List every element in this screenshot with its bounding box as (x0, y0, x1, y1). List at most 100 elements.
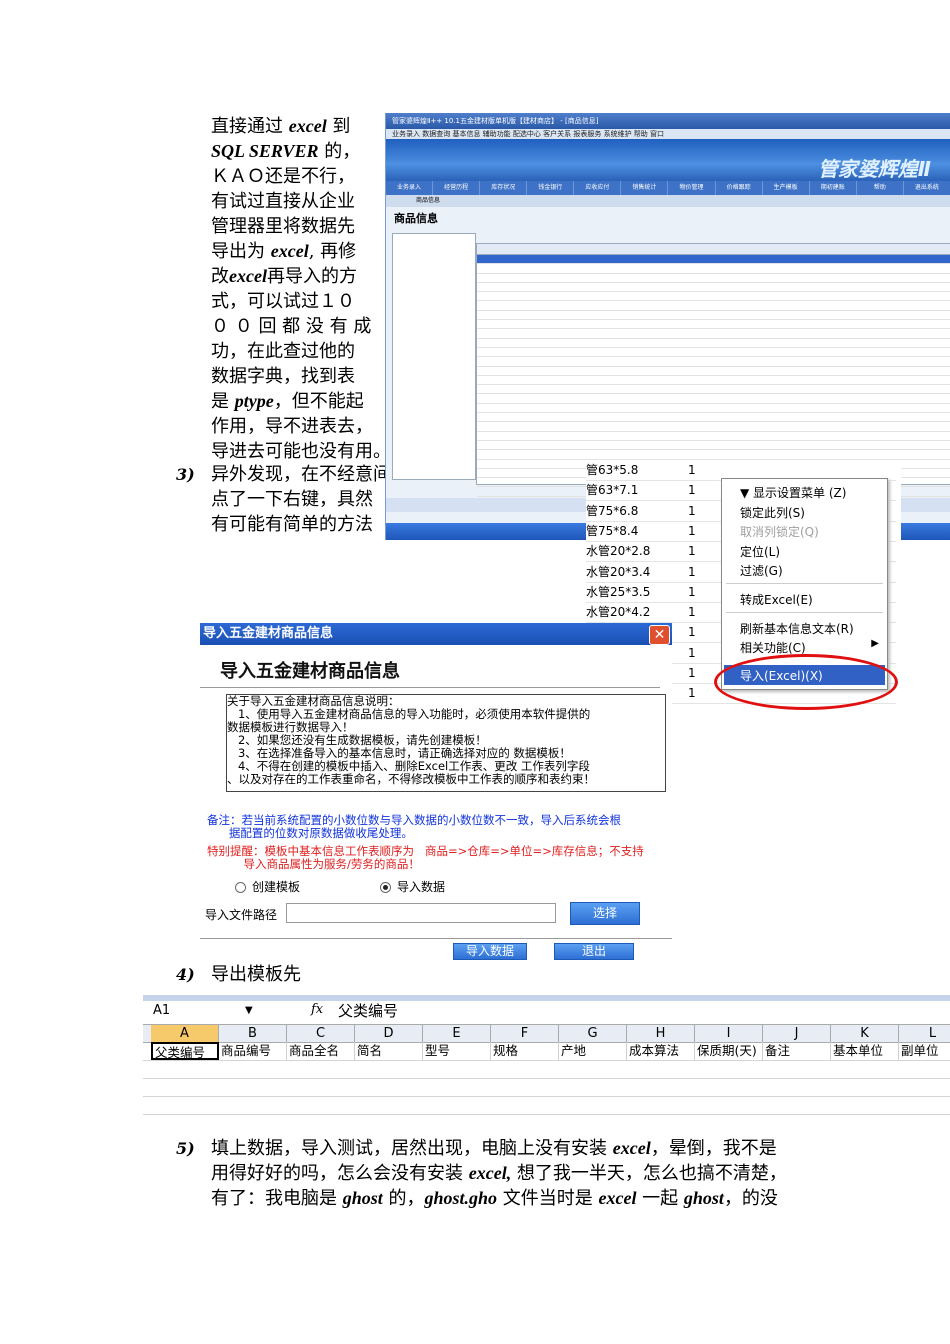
grid-row[interactable] (477, 348, 950, 358)
file-path-input[interactable] (286, 903, 556, 923)
remark-note: 备注：若当前系统配置的小数位数与导入数据的小数位数不一致，导入后系统会根 据配置… (207, 814, 621, 840)
column-header[interactable]: H (627, 1025, 695, 1042)
column-header[interactable]: C (287, 1025, 355, 1042)
grid-row[interactable] (477, 394, 950, 404)
name-box[interactable]: A1 (153, 1003, 253, 1018)
header-cell[interactable]: 备注 (763, 1042, 831, 1060)
nav-item[interactable]: 经营历程 (433, 181, 481, 195)
dropdown-arrow-icon[interactable]: ▼ (245, 1005, 253, 1016)
intro-line: ０ ０ 回 都 没 有 成 (211, 314, 386, 339)
import-data-button[interactable]: 导入数据 (453, 943, 527, 960)
grid-row[interactable] (477, 274, 950, 283)
tab-strip[interactable]: 商品信息 (386, 195, 950, 207)
radio-import-data[interactable]: 导入数据 (380, 878, 445, 895)
radio-create-template[interactable]: 创建模板 (235, 878, 300, 895)
column-header[interactable]: L (899, 1025, 950, 1042)
grid-row[interactable] (477, 283, 950, 293)
menu-show-settings[interactable]: ▼ 显示设置菜单 (Z) (740, 484, 846, 501)
column-header[interactable]: G (559, 1025, 627, 1042)
column-header[interactable]: A (151, 1025, 219, 1042)
menu-refresh-text[interactable]: 刷新基本信息文本(R) (740, 620, 854, 637)
grid-row[interactable] (477, 422, 950, 432)
grid-row[interactable] (477, 264, 950, 274)
nav-item[interactable]: 库存状况 (480, 181, 528, 195)
grid-row[interactable] (477, 255, 950, 265)
header-cell[interactable]: 父类编号 (151, 1042, 219, 1060)
step-3-text: 异外发现，在不经意间 点了一下右键，具然 有可能有简单的方法 (211, 462, 391, 537)
grid-header (477, 244, 950, 255)
nav-item[interactable]: 物价管理 (668, 181, 716, 195)
exit-button[interactable]: 退出 (554, 943, 634, 960)
nav-item[interactable]: 钱金银行 (527, 181, 575, 195)
category-tree[interactable] (392, 233, 476, 480)
column-header[interactable]: E (423, 1025, 491, 1042)
grid-row[interactable] (477, 320, 950, 330)
column-header[interactable]: D (355, 1025, 423, 1042)
grid-row[interactable] (477, 376, 950, 386)
nav-bar: 业务录入 经营历程 库存状况 钱金银行 应收应付 销售统计 物价管理 价格跟踪 生产模板 期初建账… (386, 181, 950, 195)
tab-goods-info[interactable]: 商品信息 (386, 197, 440, 204)
column-header[interactable]: I (695, 1025, 763, 1042)
grid-row[interactable] (477, 450, 950, 460)
nav-item[interactable]: 退出系统 (904, 181, 950, 195)
menu-separator (726, 583, 883, 584)
grid-row[interactable] (477, 432, 950, 441)
grid-row[interactable] (477, 311, 950, 321)
select-button[interactable]: 选择 (570, 902, 640, 925)
menu-unlock-column[interactable]: 取消列锁定(Q) (740, 523, 819, 540)
grid-row[interactable] (477, 367, 950, 376)
menu-bar[interactable]: 业务录入 数据查询 基本信息 辅助功能 配选中心 客户关系 报表服务 系统维护 … (386, 129, 950, 139)
header-cell[interactable]: 产地 (559, 1042, 627, 1060)
step-3-line: 异外发现，在不经意间 (211, 462, 391, 487)
menu-locate[interactable]: 定位(L) (740, 543, 780, 560)
header-cell[interactable]: 商品全名 (287, 1042, 355, 1060)
menu-to-excel[interactable]: 转成Excel(E) (740, 591, 813, 608)
step-4-text: 导出模板先 (211, 964, 301, 985)
item-name: 管75*8.4 (586, 523, 639, 538)
close-icon[interactable]: ✕ (649, 625, 670, 645)
nav-item[interactable]: 期初建账 (810, 181, 857, 195)
menu-lock-column[interactable]: 锁定此列(S) (740, 504, 805, 521)
text-span: 用得好好的吗，怎么会没有安装 (211, 1163, 469, 1184)
nav-item[interactable]: 业务录入 (386, 181, 434, 195)
nav-item[interactable]: 应收应付 (574, 181, 622, 195)
column-header[interactable]: K (831, 1025, 899, 1042)
divider (200, 938, 672, 939)
header-cell[interactable]: 成本算法 (627, 1042, 695, 1060)
grid-row[interactable] (477, 413, 950, 423)
header-cell[interactable]: 简名 (355, 1042, 423, 1060)
column-header[interactable]: B (219, 1025, 287, 1042)
grid-row[interactable] (477, 329, 950, 339)
grid-row[interactable] (477, 404, 950, 414)
intro-line: 有试过直接从企业 (211, 189, 386, 214)
grid-row[interactable] (477, 357, 950, 367)
grid-row[interactable] (477, 292, 950, 302)
grid-row[interactable] (477, 441, 950, 451)
step-5-number: 5) (176, 1139, 195, 1158)
header-cell[interactable]: 规格 (491, 1042, 559, 1060)
keyword-text: excel (270, 241, 309, 261)
function-icon[interactable]: fx (311, 1002, 323, 1017)
row-line (143, 1060, 950, 1061)
text-span: ，的没 (723, 1188, 778, 1209)
column-header[interactable]: F (491, 1025, 559, 1042)
nav-item[interactable]: 价格跟踪 (716, 181, 763, 195)
grid-row[interactable] (477, 339, 950, 348)
nav-item[interactable]: 生产模板 (763, 181, 810, 195)
goods-info-title: 商品信息 (394, 212, 438, 225)
grid-row[interactable] (477, 301, 950, 311)
nav-item[interactable]: 销售统计 (621, 181, 669, 195)
header-cell[interactable]: 型号 (423, 1042, 491, 1060)
goods-grid[interactable] (476, 243, 950, 497)
menu-filter[interactable]: 过滤(G) (740, 562, 783, 579)
header-cell[interactable]: 副单位 (899, 1042, 950, 1060)
item-name: 水管20*4.2 (586, 605, 651, 620)
grid-row[interactable] (477, 385, 950, 395)
nav-item[interactable]: 帮助 (857, 181, 904, 195)
header-cell[interactable]: 保质期(天) (695, 1042, 763, 1060)
header-cell[interactable]: 商品编号 (219, 1042, 287, 1060)
instructions-box: 关于导入五金建材商品信息说明： 1、使用导入五金建材商品信息的导入功能时，必须使… (226, 694, 666, 792)
column-header[interactable]: J (763, 1025, 831, 1042)
formula-bar-value[interactable]: 父类编号 (338, 1000, 398, 1021)
header-cell[interactable]: 基本单位 (831, 1042, 899, 1060)
